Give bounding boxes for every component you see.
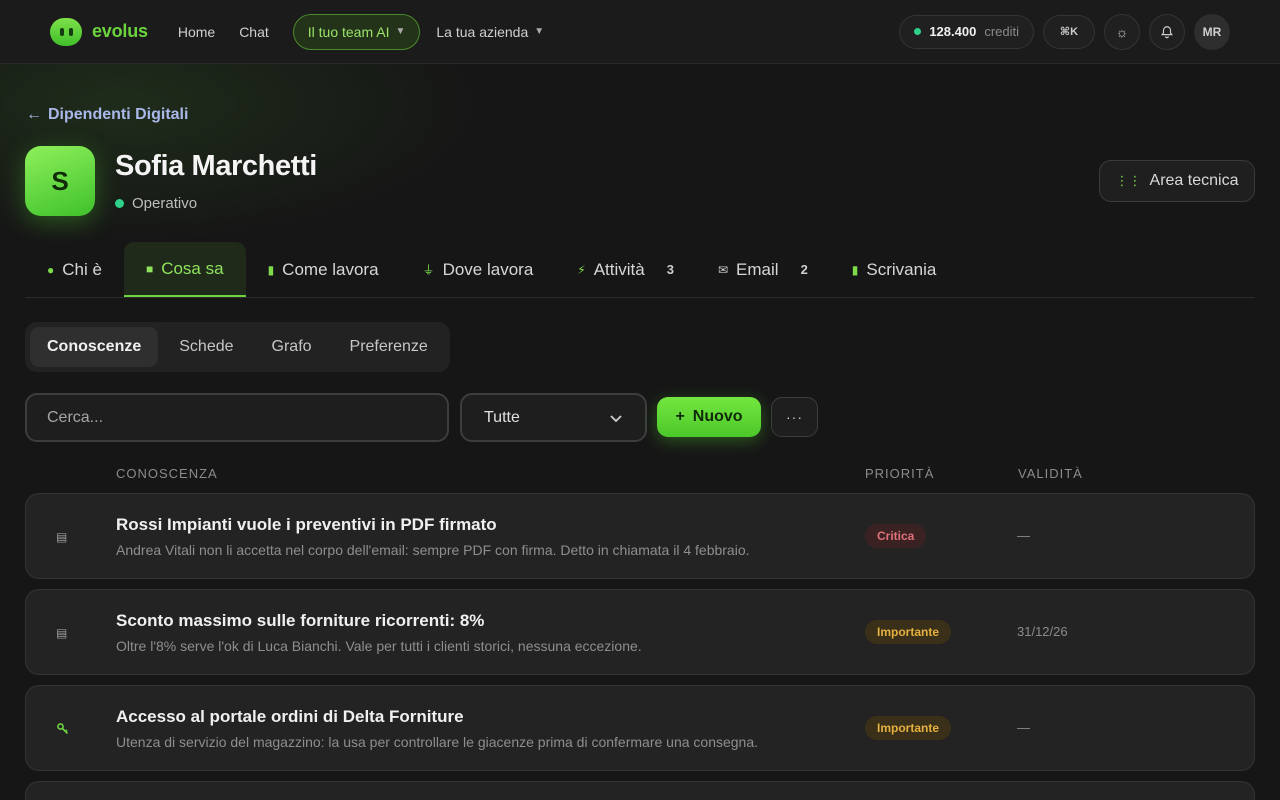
- back-link-label: Dipendenti Digitali: [48, 106, 189, 123]
- brand-name: evolus: [92, 21, 148, 41]
- row-description: Utenza di servizio del magazzino: la usa…: [116, 734, 759, 750]
- bell-icon: [1161, 25, 1173, 38]
- command-palette-button[interactable]: ⌘K: [1043, 14, 1095, 49]
- table-row[interactable]: Accesso al portale ordini di Delta Forni…: [25, 685, 1255, 771]
- filter-select[interactable]: Tutte: [460, 393, 647, 442]
- tab-label: Scrivania: [866, 259, 937, 279]
- row-validity: —: [1017, 720, 1030, 735]
- sliders-icon: ⋮⋮: [1115, 173, 1142, 188]
- document-icon: ▤: [56, 530, 68, 544]
- subtab-conoscenze[interactable]: Conoscenze: [30, 327, 159, 367]
- tab-come-lavora[interactable]: ▮ Come lavora: [246, 242, 401, 297]
- row-validity: —: [1017, 528, 1030, 543]
- nav-chat[interactable]: Chat: [239, 24, 269, 40]
- credits-status-dot: [914, 28, 922, 35]
- subtab-schede[interactable]: Schede: [162, 327, 250, 367]
- mail-icon: ✉: [717, 262, 729, 277]
- row-title: Sconto massimo sulle forniture ricorrent…: [116, 611, 485, 630]
- tab-count-badge: 2: [800, 262, 808, 277]
- tab-label: Chi è: [62, 259, 102, 279]
- back-link[interactable]: ← Dipendenti Digitali: [26, 106, 188, 124]
- brand-mark-icon: [50, 17, 82, 46]
- employee-avatar: S: [25, 146, 95, 216]
- column-header-validity: VALIDITÀ: [1018, 466, 1083, 481]
- tab-label: Email: [736, 259, 779, 279]
- table-row[interactable]: [25, 781, 1255, 800]
- document-icon: ▮: [851, 262, 859, 277]
- row-title: Rossi Impianti vuole i preventivi in PDF…: [116, 515, 497, 534]
- robot-icon: ●: [47, 262, 55, 277]
- new-button[interactable]: + Nuovo: [657, 397, 761, 437]
- tab-cosa-sa[interactable]: ■ Cosa sa: [123, 242, 246, 297]
- nav-company-dropdown[interactable]: La tua azienda ▼: [436, 24, 544, 40]
- tech-area-label: Area tecnica: [1149, 172, 1239, 189]
- employee-status-label: Operativo: [132, 195, 198, 212]
- nav-right: 128.400 crediti ⌘K ☼ MR: [899, 13, 1230, 50]
- row-description: Andrea Vitali non li accetta nel corpo d…: [116, 542, 750, 558]
- search-input[interactable]: [25, 393, 449, 442]
- theme-toggle-button[interactable]: ☼: [1104, 13, 1140, 50]
- tab-label: Cosa sa: [161, 258, 224, 278]
- tab-count-badge: 3: [666, 262, 674, 277]
- tab-scrivania[interactable]: ▮ Scrivania: [830, 242, 959, 297]
- nav-team-ai[interactable]: Il tuo team AI ▼: [292, 13, 421, 50]
- employee-status: Operativo: [115, 195, 197, 212]
- arrow-left-icon: ←: [26, 106, 42, 123]
- column-header-knowledge: CONOSCENZA: [116, 466, 218, 481]
- chevron-down-icon: ▼: [534, 26, 545, 37]
- nav-team-ai-label: Il tuo team AI: [307, 23, 390, 40]
- filter-select-value: Tutte: [484, 408, 520, 426]
- tab-label: Dove lavora: [442, 259, 534, 279]
- notifications-button[interactable]: [1149, 13, 1185, 50]
- brand-logo[interactable]: evolus: [50, 17, 148, 46]
- priority-badge: Critica: [865, 524, 927, 548]
- credits-value: 128.400: [929, 24, 977, 39]
- sub-tabs: Conoscenze Schede Grafo Preferenze: [25, 322, 450, 372]
- priority-badge: Importante: [865, 716, 952, 740]
- new-button-label: Nuovo: [692, 408, 743, 425]
- tab-attivita[interactable]: ⚡ Attività 3: [555, 242, 696, 297]
- tab-dove-lavora[interactable]: ⏚ Dove lavora: [401, 242, 556, 297]
- chevron-down-icon: [610, 414, 622, 422]
- status-dot-icon: [115, 199, 124, 208]
- tech-area-button[interactable]: ⋮⋮ Area tecnica: [1099, 160, 1255, 202]
- credits-label: crediti: [984, 24, 1019, 39]
- document-icon: ▤: [56, 626, 68, 640]
- table-row[interactable]: ▤ Rossi Impianti vuole i preventivi in P…: [25, 493, 1255, 579]
- column-header-priority: PRIORITÀ: [865, 466, 935, 481]
- chevron-down-icon: ▼: [395, 26, 406, 37]
- nav-company-label: La tua azienda: [436, 23, 529, 40]
- credits-badge[interactable]: 128.400 crediti: [899, 14, 1034, 49]
- plug-icon: ⏚: [422, 263, 435, 277]
- employee-name: Sofia Marchetti: [115, 150, 317, 182]
- tab-label: Attività: [593, 259, 645, 279]
- main-tabs: ● Chi è ■ Cosa sa ▮ Come lavora ⏚ Dove l…: [25, 242, 1255, 298]
- user-avatar[interactable]: MR: [1194, 13, 1230, 50]
- top-nav: evolus Home Chat Il tuo team AI ▼ La tua…: [0, 0, 1280, 64]
- nav-home[interactable]: Home: [178, 24, 215, 40]
- sun-icon: ☼: [1115, 23, 1129, 40]
- row-title: Accesso al portale ordini di Delta Forni…: [116, 707, 464, 726]
- tab-email[interactable]: ✉ Email 2: [696, 242, 830, 297]
- subtab-grafo[interactable]: Grafo: [255, 327, 329, 367]
- more-options-button[interactable]: ···: [771, 397, 818, 437]
- subtab-preferenze[interactable]: Preferenze: [333, 327, 445, 367]
- book-icon: ■: [145, 261, 154, 276]
- lightning-icon: ⚡: [577, 262, 586, 277]
- row-description: Oltre l'8% serve l'ok di Luca Bianchi. V…: [116, 638, 642, 654]
- table-row[interactable]: ▤ Sconto massimo sulle forniture ricorre…: [25, 589, 1255, 675]
- tab-label: Come lavora: [282, 259, 379, 279]
- tab-chi-e[interactable]: ● Chi è: [25, 242, 124, 297]
- plus-icon: +: [675, 408, 685, 425]
- priority-badge: Importante: [865, 620, 952, 644]
- clipboard-icon: ▮: [267, 262, 275, 277]
- key-icon: [57, 723, 69, 735]
- row-validity: 31/12/26: [1017, 624, 1068, 639]
- ellipsis-icon: ···: [786, 409, 803, 425]
